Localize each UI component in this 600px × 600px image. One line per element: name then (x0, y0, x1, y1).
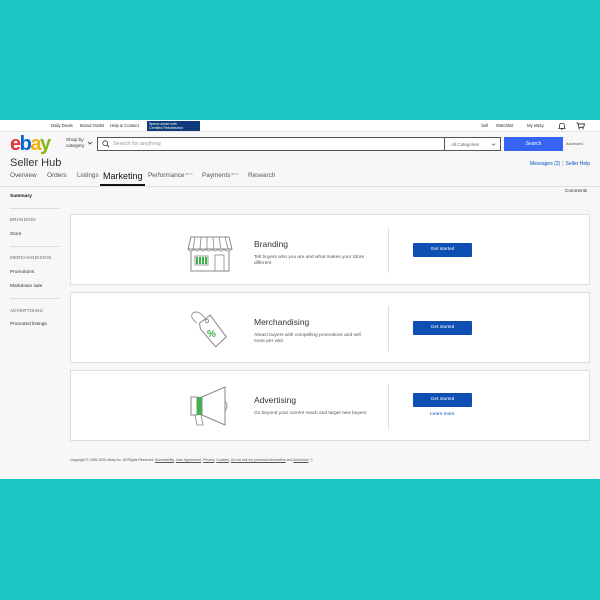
sidebar-header-branding: BRANDING (10, 217, 36, 222)
merchandising-card: % Merchandising Attract buyers with comp… (70, 292, 590, 363)
search-icon (102, 140, 110, 148)
footer-and: and (286, 458, 293, 462)
cookies-link[interactable]: Cookies (216, 458, 229, 462)
brand-outlet-link[interactable]: Brand Outlet (80, 123, 104, 128)
privacy-link[interactable]: Privacy (203, 458, 214, 462)
watchlist-link[interactable]: Watchlist (496, 123, 513, 128)
tab-payments[interactable]: PaymentsBETA (202, 172, 239, 179)
advanced-search-link[interactable]: Advanced (566, 142, 583, 146)
beta-badge: BETA (231, 172, 239, 176)
advertising-card: Advertising Go beyond your current reach… (70, 370, 590, 441)
logo-letter-y: y (39, 133, 51, 155)
cart-icon[interactable] (576, 122, 585, 130)
footer: Copyright © 1995-2020 eBay Inc. All Righ… (70, 458, 314, 462)
bell-icon[interactable] (558, 122, 566, 130)
ebay-logo[interactable]: ebay (10, 133, 51, 155)
tab-research[interactable]: Research (248, 172, 275, 179)
tab-overview[interactable]: Overview (10, 172, 37, 179)
sidebar-header-merchandising: MERCHANDISING (10, 255, 52, 260)
shop-by-line-1: Shop by (66, 138, 84, 143)
hub-links: Messages (2) | Seller Help (530, 161, 590, 167)
advertising-get-started-button[interactable]: Get started (413, 393, 472, 407)
sidebar-item-summary[interactable]: Summary (10, 194, 32, 199)
category-select[interactable]: All Categories (445, 137, 501, 151)
svg-text:%: % (207, 329, 216, 340)
sidebar-divider (10, 298, 60, 299)
link-separator: | (562, 161, 564, 167)
sidebar-item-promoted-listings[interactable]: Promoted listings (10, 322, 47, 327)
accessibility-link[interactable]: Accessibility (155, 458, 174, 462)
tab-listings[interactable]: Listings (77, 172, 99, 179)
card-divider (388, 306, 389, 351)
merchandising-get-started-button[interactable]: Get started (413, 321, 472, 335)
daily-deals-link[interactable]: Daily Deals (51, 123, 73, 128)
sidebar-item-promotions[interactable]: Promotions (10, 270, 34, 275)
promo-line-2: Certified Refurbished (149, 125, 183, 130)
seller-hub-screen: Daily Deals Brand Outlet Help & Contact … (0, 120, 600, 479)
card-description: Go beyond your current reach and target … (254, 411, 367, 416)
storefront-icon (187, 236, 233, 272)
card-title: Branding (254, 239, 289, 249)
my-ebay-link[interactable]: My eBay (527, 123, 544, 128)
sidebar-header-advertising: ADVERTISING (10, 308, 44, 313)
search-button[interactable]: Search (504, 137, 563, 151)
top-utility-bar: Daily Deals Brand Outlet Help & Contact … (0, 120, 600, 132)
tab-marketing[interactable]: Marketing (103, 171, 143, 181)
promo-banner[interactable]: Spend smart with Certified Refurbished (147, 121, 200, 131)
card-title: Advertising (254, 395, 297, 405)
chevron-down-icon (491, 143, 496, 146)
sidebar-item-markdown-sale[interactable]: Markdown sale (10, 284, 42, 289)
card-title: Merchandising (254, 317, 310, 327)
tab-performance[interactable]: PerformanceBETA (148, 172, 193, 179)
logo-letter-a: a (30, 133, 41, 155)
help-contact-link[interactable]: Help & Contact (110, 123, 139, 128)
megaphone-icon (190, 386, 228, 426)
card-description: Tell buyers who you are and what makes y… (254, 255, 365, 266)
do-not-sell-link[interactable]: Do not sell my personal information (231, 458, 286, 462)
learn-more-link[interactable]: Learn more (430, 412, 455, 417)
adchoice-link[interactable]: AdChoice (293, 458, 308, 462)
logo-letter-e: e (10, 133, 21, 155)
card-divider (388, 384, 389, 429)
tab-orders[interactable]: Orders (47, 172, 67, 179)
shop-by-category[interactable]: Shop by category (66, 138, 84, 149)
messages-link[interactable]: Messages (2) (530, 161, 560, 167)
sidebar-divider (10, 246, 60, 247)
page-title: Seller Hub (10, 157, 62, 169)
sidebar-divider (10, 208, 60, 209)
card-description: Attract buyers with compelling promotion… (254, 333, 361, 344)
logo-letter-b: b (19, 133, 32, 155)
search-placeholder: Search for anything (113, 141, 161, 147)
shop-by-line-2: category (66, 143, 85, 149)
comments-link[interactable]: Comments (565, 188, 587, 193)
tabs-divider (0, 186, 600, 187)
branding-get-started-button[interactable]: Get started (413, 243, 472, 257)
sell-link[interactable]: Sell (481, 123, 488, 128)
user-agreement-link[interactable]: User Agreement (176, 458, 201, 462)
seller-help-link[interactable]: Seller Help (566, 161, 590, 167)
chevron-down-icon[interactable] (87, 140, 93, 146)
price-tag-icon: % (191, 311, 227, 348)
sidebar-item-store[interactable]: Store (10, 232, 21, 237)
adchoice-icon[interactable]: ⓘ (310, 458, 314, 462)
branding-card: Branding Tell buyers who you are and wha… (70, 214, 590, 285)
category-value: All Categories (451, 142, 480, 147)
copyright-text: Copyright © 1995-2020 eBay Inc. All Righ… (70, 458, 155, 462)
search-input[interactable]: Search for anything (97, 137, 445, 151)
beta-badge: BETA (185, 172, 193, 176)
card-divider (388, 228, 389, 273)
